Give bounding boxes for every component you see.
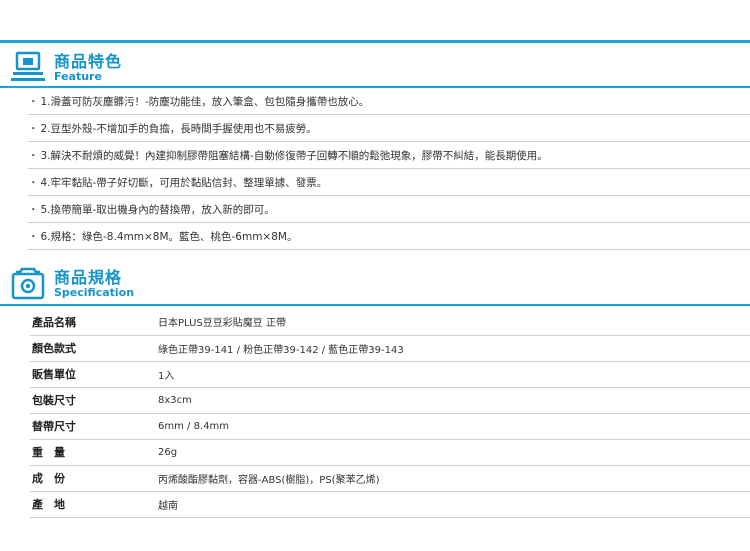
spec-value: 8x3cm [158, 394, 192, 406]
spec-label: 重 量 [32, 446, 65, 459]
feature-header-rule [0, 86, 750, 88]
feature-list: ・ 1.滑蓋可防灰塵髒污！-防塵功能佳，放入筆盒、包包隨身攜帶也放心。 ・ 2.豆型… [28, 90, 750, 252]
spec-value: 1入 [158, 370, 175, 382]
spec-value: 日本PLUS豆豆彩貼魔豆 正帶 [158, 318, 286, 330]
feature-item: ・ 4.牢牢黏貼-帶子好切斷，可用於黏貼信封、整理單據、發票。 [28, 171, 750, 196]
feature-item: ・ 1.滑蓋可防灰塵髒污！-防塵功能佳，放入筆盒、包包隨身攜帶也放心。 [28, 90, 750, 115]
feature-item-text: 1.滑蓋可防灰塵髒污！-防塵功能佳，放入筆盒、包包隨身攜帶也放心。 [40, 96, 370, 108]
feature-subtitle: Feature [54, 70, 102, 83]
top-rule [0, 40, 750, 43]
feature-section-header: 商品特色 Feature [0, 46, 750, 90]
spec-table: 產品名稱 日本PLUS豆豆彩貼魔豆 正帶 顏色款式 綠色正帶39-141 / 粉色正… [30, 309, 750, 518]
spec-value: 綠色正帶39-141 / 粉色正帶39-142 / 藍色正帶39-143 [158, 344, 404, 356]
feature-item-text: 3.解決不耐煩的威覺！內建抑制膠帶阻塞結構-自動修復帶子回轉不順的鬆弛現象，膠帶… [40, 150, 548, 162]
feature-item: ・ 5.換帶簡單-取出機身內的替換帶，放入新的即可。 [28, 198, 750, 223]
feature-item: ・ 6.規格：綠色-8.4mm×8M。藍色、桃色-6mm×8M。 [28, 225, 750, 250]
feature-item-text: 4.牢牢黏貼-帶子好切斷，可用於黏貼信封、整理單據、發票。 [40, 177, 328, 189]
spec-label: 販售單位 [32, 368, 76, 381]
camera-icon [11, 267, 45, 300]
table-row: 替帶尺寸 6mm / 8.4mm [30, 413, 750, 439]
table-row: 包裝尺寸 8x3cm [30, 387, 750, 413]
table-row: 重 量 26g [30, 439, 750, 465]
table-row: 顏色款式 綠色正帶39-141 / 粉色正帶39-142 / 藍色正帶39-143 [30, 335, 750, 361]
spec-label: 產 地 [32, 498, 65, 511]
feature-item-text: 6.規格：綠色-8.4mm×8M。藍色、桃色-6mm×8M。 [40, 231, 298, 243]
table-row: 成 份 丙烯酸酯膠黏劑，容器-ABS(樹脂)，PS(聚苯乙烯) [30, 465, 750, 491]
table-row: 產品名稱 日本PLUS豆豆彩貼魔豆 正帶 [30, 309, 750, 335]
spec-value: 越南 [158, 500, 178, 512]
spec-label: 替帶尺寸 [32, 420, 76, 433]
spec-value: 26g [158, 446, 178, 458]
feature-item: ・ 2.豆型外殼-不增加手的負擔，長時間手握使用也不易疲勞。 [28, 117, 750, 142]
feature-item-text: 2.豆型外殼-不增加手的負擔，長時間手握使用也不易疲勞。 [40, 123, 317, 135]
product-detail-page: 商品特色 Feature ・ 1.滑蓋可防灰塵髒污！-防塵功能佳，放入筆盒、包包隨… [0, 0, 750, 551]
spec-label: 顏色款式 [32, 342, 76, 355]
spec-subtitle: Specification [54, 286, 135, 299]
spec-section-header: 商品規格 Specification [0, 262, 750, 306]
spec-label: 成 份 [32, 472, 65, 485]
spec-label: 產品名稱 [32, 315, 76, 329]
monitor-icon [11, 51, 45, 81]
spec-value: 6mm / 8.4mm [158, 420, 229, 432]
spec-value: 丙烯酸酯膠黏劑，容器-ABS(樹脂)，PS(聚苯乙烯) [158, 474, 380, 486]
table-row: 產 地 越南 [30, 491, 750, 517]
feature-title: 商品特色 [54, 52, 123, 71]
table-row: 販售單位 1入 [30, 361, 750, 387]
feature-item-text: 5.換帶簡單-取出機身內的替換帶，放入新的即可。 [40, 204, 275, 216]
feature-item: ・ 3.解決不耐煩的威覺！內建抑制膠帶阻塞結構-自動修復帶子回轉不順的鬆弛現象，膠… [28, 144, 750, 169]
spec-title: 商品規格 [54, 268, 123, 287]
spec-header-rule [0, 304, 750, 306]
spec-label: 包裝尺寸 [32, 394, 76, 407]
